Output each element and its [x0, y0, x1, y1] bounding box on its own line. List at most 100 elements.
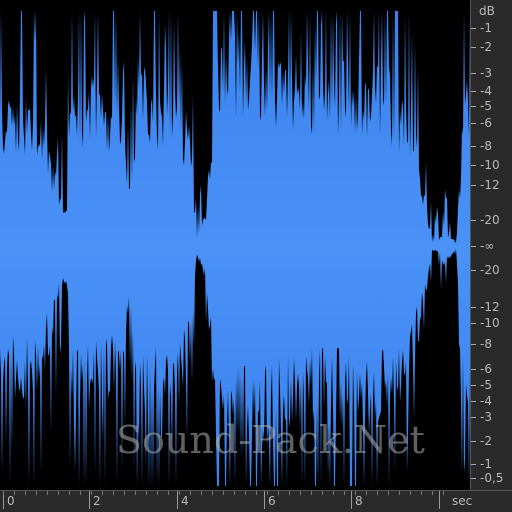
time-minor-tick: [124, 491, 125, 495]
time-tick: [177, 491, 178, 509]
time-unit-label: sec: [452, 494, 473, 508]
watermark: Sound-Pack.Net: [116, 418, 425, 462]
db-label: -4: [480, 394, 492, 408]
time-minor-tick: [377, 491, 378, 495]
db-label: -8: [480, 139, 492, 153]
db-label: -1: [480, 21, 492, 35]
db-label: -0,5: [480, 471, 504, 485]
time-minor-tick: [388, 491, 389, 495]
db-tick: [471, 246, 476, 247]
time-minor-tick: [311, 491, 312, 495]
time-minor-tick: [190, 491, 191, 495]
db-tick: [471, 401, 476, 402]
time-minor-tick: [14, 491, 15, 495]
db-label: -20: [480, 213, 500, 227]
time-minor-tick: [58, 491, 59, 495]
db-tick: [471, 28, 476, 29]
time-minor-tick: [410, 491, 411, 495]
db-tick: [471, 47, 476, 48]
time-minor-tick: [3, 491, 4, 495]
time-minor-tick: [102, 491, 103, 495]
db-label: -6: [480, 116, 492, 130]
time-minor-tick: [201, 491, 202, 495]
db-scale: dB -1 -2 -3 -4 -5 -6 -8 -10 -12 -20 -∞ -20 -12 -10 -8-…: [470, 0, 512, 490]
db-tick: [471, 344, 476, 345]
time-minor-tick: [322, 491, 323, 495]
waveform-view[interactable]: [0, 0, 470, 490]
db-tick: [471, 307, 476, 308]
db-label: -1: [480, 457, 492, 471]
db-tick: [471, 270, 476, 271]
time-minor-tick: [146, 491, 147, 495]
db-tick: [471, 478, 476, 479]
time-label: 8: [355, 494, 363, 508]
time-minor-tick: [223, 491, 224, 495]
time-tick: [264, 491, 265, 509]
time-minor-tick: [157, 491, 158, 495]
db-tick: [471, 185, 476, 186]
db-label: -6: [480, 362, 492, 376]
db-label: -4: [480, 84, 492, 98]
time-minor-tick: [355, 491, 356, 495]
db-label: -8: [480, 337, 492, 351]
db-label: -10: [480, 158, 500, 172]
time-minor-tick: [300, 491, 301, 495]
db-label: -2: [480, 434, 492, 448]
db-tick: [471, 369, 476, 370]
db-tick: [471, 91, 476, 92]
time-minor-tick: [234, 491, 235, 495]
db-label: -12: [480, 300, 500, 314]
time-minor-tick: [47, 491, 48, 495]
db-tick: [471, 385, 476, 386]
time-minor-tick: [333, 491, 334, 495]
waveform[interactable]: [0, 0, 470, 490]
time-minor-tick: [80, 491, 81, 495]
time-minor-tick: [399, 491, 400, 495]
db-tick: [471, 73, 476, 74]
db-unit-label: dB: [479, 4, 495, 18]
time-minor-tick: [421, 491, 422, 495]
time-minor-tick: [69, 491, 70, 495]
db-tick: [471, 417, 476, 418]
time-minor-tick: [344, 491, 345, 495]
db-tick: [471, 146, 476, 147]
db-label: -2: [480, 40, 492, 54]
time-label: 2: [93, 494, 101, 508]
time-minor-tick: [25, 491, 26, 495]
time-minor-tick: [267, 491, 268, 495]
time-minor-tick: [432, 491, 433, 495]
time-minor-tick: [289, 491, 290, 495]
db-label: -3: [480, 66, 492, 80]
time-minor-tick: [168, 491, 169, 495]
db-tick: [471, 123, 476, 124]
db-tick: [471, 220, 476, 221]
db-label: -12: [480, 178, 500, 192]
time-ruler: 0 2 4 6 8 sec: [0, 490, 512, 512]
time-label: 4: [181, 494, 189, 508]
time-minor-tick: [36, 491, 37, 495]
time-minor-tick: [91, 491, 92, 495]
db-tick: [471, 464, 476, 465]
time-minor-tick: [179, 491, 180, 495]
db-label: -∞: [480, 239, 495, 253]
db-label: -5: [480, 378, 492, 392]
db-tick: [471, 323, 476, 324]
time-tick: [351, 491, 352, 509]
db-tick: [471, 165, 476, 166]
time-label: 0: [7, 494, 15, 508]
db-tick: [471, 106, 476, 107]
time-minor-tick: [135, 491, 136, 495]
db-label: -10: [480, 316, 500, 330]
time-label: 6: [268, 494, 276, 508]
time-minor-tick: [278, 491, 279, 495]
db-label: -5: [480, 99, 492, 113]
time-minor-tick: [256, 491, 257, 495]
time-tick: [439, 491, 440, 509]
time-minor-tick: [113, 491, 114, 495]
db-label: -20: [480, 263, 500, 277]
waveform-path: [0, 11, 470, 486]
time-minor-tick: [366, 491, 367, 495]
time-minor-tick: [443, 491, 444, 495]
db-label: -3: [480, 410, 492, 424]
time-minor-tick: [212, 491, 213, 495]
